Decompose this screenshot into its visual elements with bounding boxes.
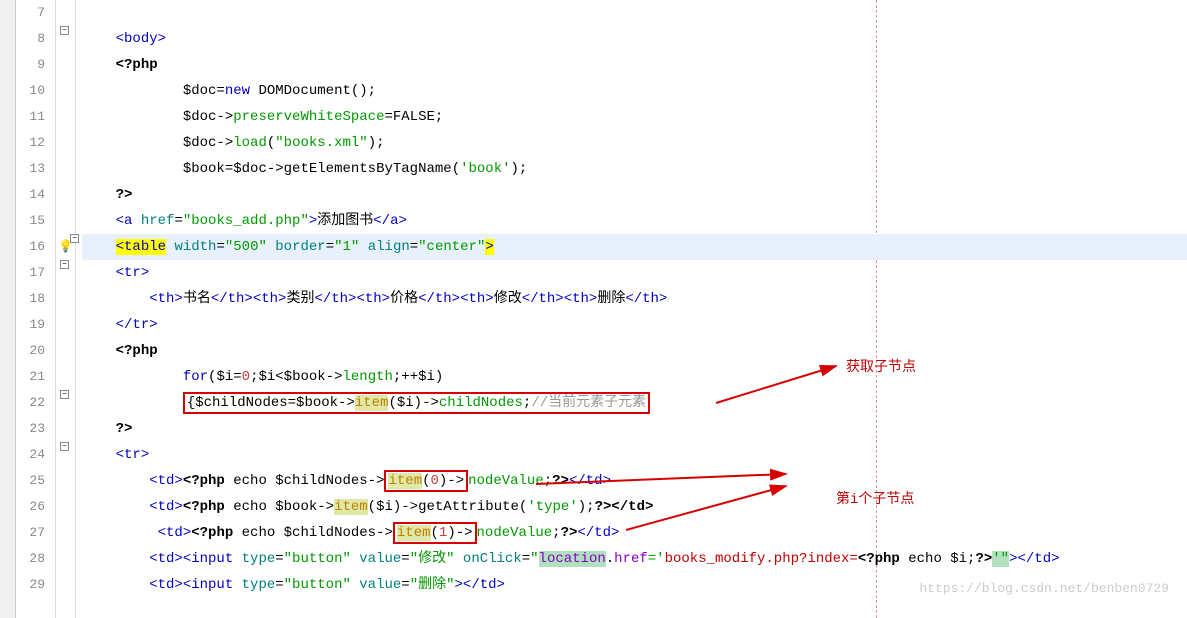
code-line[interactable]: ?>	[82, 416, 1187, 442]
code-line[interactable]	[82, 0, 1187, 26]
code-line[interactable]: <?php	[82, 338, 1187, 364]
fold-icon[interactable]: −	[60, 26, 69, 35]
code-line[interactable]: <td><?php echo $book->item($i)->getAttri…	[82, 494, 1187, 520]
code-line[interactable]: </tr>	[82, 312, 1187, 338]
line-number: 29	[16, 572, 47, 598]
fold-icon[interactable]: −	[60, 442, 69, 451]
fold-icon[interactable]: −	[60, 390, 69, 399]
line-number: 18	[16, 286, 47, 312]
line-number: 25	[16, 468, 47, 494]
code-line[interactable]: <tr>	[82, 260, 1187, 286]
code-line[interactable]: $doc->load("books.xml");	[82, 130, 1187, 156]
line-number: 21	[16, 364, 47, 390]
line-number-gutter: 7 8 9 10 11 12 13 14 15 16 17 18 19 20 2…	[16, 0, 56, 618]
code-line[interactable]: <tr>	[82, 442, 1187, 468]
code-line[interactable]: <td><?php echo $childNodes->item(0)->nod…	[82, 468, 1187, 494]
fold-icon[interactable]: −	[60, 260, 69, 269]
line-number: 16	[16, 234, 47, 260]
code-line[interactable]: for($i=0;$i<$book->length;++$i)	[82, 364, 1187, 390]
code-line[interactable]: <?php	[82, 52, 1187, 78]
code-line[interactable]: $doc->preserveWhiteSpace=FALSE;	[82, 104, 1187, 130]
code-editor: 7 8 9 10 11 12 13 14 15 16 17 18 19 20 2…	[0, 0, 1187, 618]
code-line[interactable]: $doc=new DOMDocument();	[82, 78, 1187, 104]
watermark: https://blog.csdn.net/benben0729	[919, 581, 1169, 596]
code-line[interactable]: <td><?php echo $childNodes->item(1)->nod…	[82, 520, 1187, 546]
line-number: 12	[16, 130, 47, 156]
line-number: 19	[16, 312, 47, 338]
line-number: 28	[16, 546, 47, 572]
code-line-current[interactable]: <table width="500" border="1" align="cen…	[82, 234, 1187, 260]
fold-gutter: − 💡− − − −	[56, 0, 76, 618]
code-line[interactable]: ?>	[82, 182, 1187, 208]
line-number: 24	[16, 442, 47, 468]
line-number: 14	[16, 182, 47, 208]
code-area[interactable]: <body> <?php $doc=new DOMDocument(); $do…	[76, 0, 1187, 618]
line-number: 10	[16, 78, 47, 104]
code-line[interactable]: {$childNodes=$book->item($i)->childNodes…	[82, 390, 1187, 416]
code-line[interactable]: <a href="books_add.php">添加图书</a>	[82, 208, 1187, 234]
line-number: 9	[16, 52, 47, 78]
line-number: 13	[16, 156, 47, 182]
code-line[interactable]: <body>	[82, 26, 1187, 52]
code-line[interactable]: <th>书名</th><th>类别</th><th>价格</th><th>修改<…	[82, 286, 1187, 312]
line-number: 26	[16, 494, 47, 520]
line-number: 11	[16, 104, 47, 130]
line-number: 7	[16, 0, 47, 26]
line-number: 23	[16, 416, 47, 442]
line-number: 20	[16, 338, 47, 364]
line-number: 27	[16, 520, 47, 546]
line-number: 8	[16, 26, 47, 52]
code-line[interactable]: $book=$doc->getElementsByTagName('book')…	[82, 156, 1187, 182]
line-number: 17	[16, 260, 47, 286]
code-line[interactable]: <td><input type="button" value="修改" onCl…	[82, 546, 1187, 572]
line-number: 15	[16, 208, 47, 234]
line-number: 22	[16, 390, 47, 416]
left-scrollbar[interactable]	[0, 0, 16, 618]
